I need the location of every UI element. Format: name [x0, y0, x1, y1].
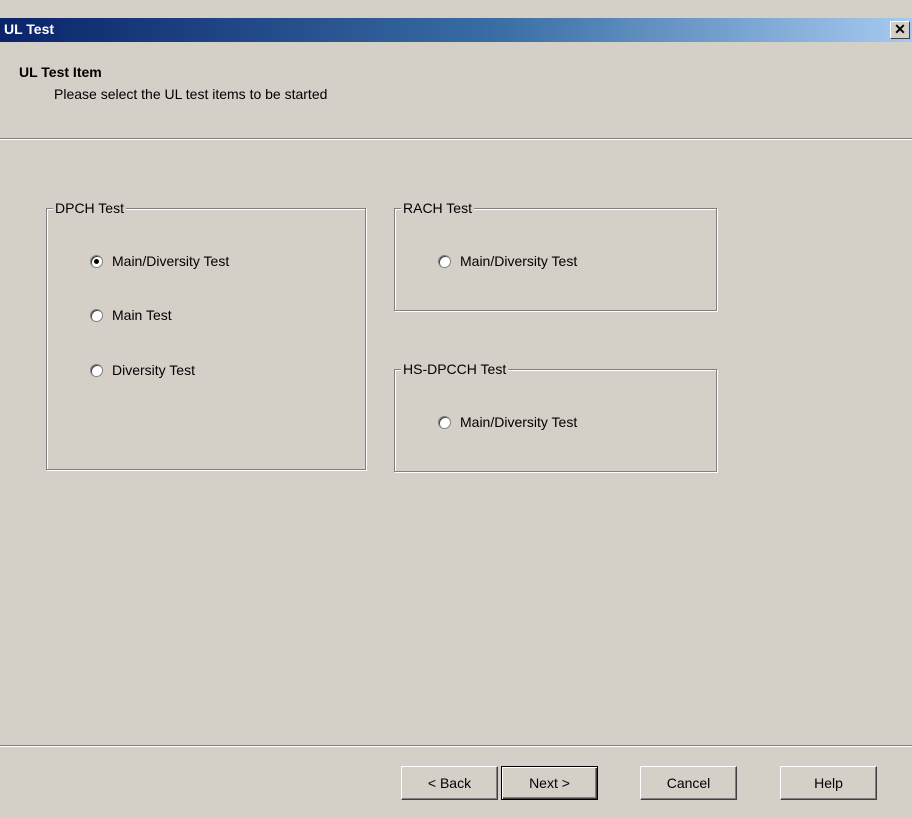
back-button[interactable]: < Back	[401, 766, 498, 800]
radio-unchecked-icon	[438, 254, 451, 268]
help-button[interactable]: Help	[780, 766, 877, 800]
dpch-diversity-radio[interactable]: Diversity Test	[90, 362, 195, 378]
header-divider	[0, 138, 912, 140]
hs-dpcch-test-group: HS-DPCCH Test Main/Diversity Test	[394, 361, 717, 472]
close-button[interactable]: ✕	[890, 21, 910, 39]
rach-test-group-label: RACH Test	[401, 200, 474, 216]
close-icon: ✕	[894, 21, 906, 37]
wizard-header: UL Test Item Please select the UL test i…	[0, 42, 912, 138]
hs-dpcch-test-group-label: HS-DPCCH Test	[401, 361, 509, 377]
radio-checked-icon	[90, 254, 103, 268]
next-button[interactable]: Next >	[501, 766, 598, 800]
header-subtitle: Please select the UL test items to be st…	[54, 86, 328, 102]
title-bar[interactable]: UL Test ✕	[0, 18, 912, 42]
radio-label: Main/Diversity Test	[112, 253, 230, 269]
rach-main-diversity-radio[interactable]: Main/Diversity Test	[438, 253, 577, 269]
dpch-main-radio[interactable]: Main Test	[90, 307, 172, 323]
radio-unchecked-icon	[90, 363, 103, 377]
footer-divider	[0, 745, 912, 747]
cancel-button[interactable]: Cancel	[640, 766, 737, 800]
radio-label: Main/Diversity Test	[460, 414, 578, 430]
hs-dpcch-main-diversity-radio[interactable]: Main/Diversity Test	[438, 414, 577, 430]
dpch-test-group-label: DPCH Test	[53, 200, 126, 216]
radio-label: Main/Diversity Test	[460, 253, 578, 269]
radio-label: Main Test	[112, 307, 172, 323]
radio-label: Diversity Test	[112, 362, 195, 378]
dpch-test-group: DPCH Test Main/Diversity Test Main Test …	[46, 200, 366, 470]
header-title: UL Test Item	[19, 64, 102, 80]
rach-test-group: RACH Test Main/Diversity Test	[394, 200, 717, 311]
window-title: UL Test	[4, 21, 55, 37]
dpch-main-diversity-radio[interactable]: Main/Diversity Test	[90, 253, 229, 269]
radio-unchecked-icon	[90, 308, 103, 322]
dialog-window: UL Test ✕ UL Test Item Please select the…	[0, 0, 912, 818]
radio-unchecked-icon	[438, 415, 451, 429]
